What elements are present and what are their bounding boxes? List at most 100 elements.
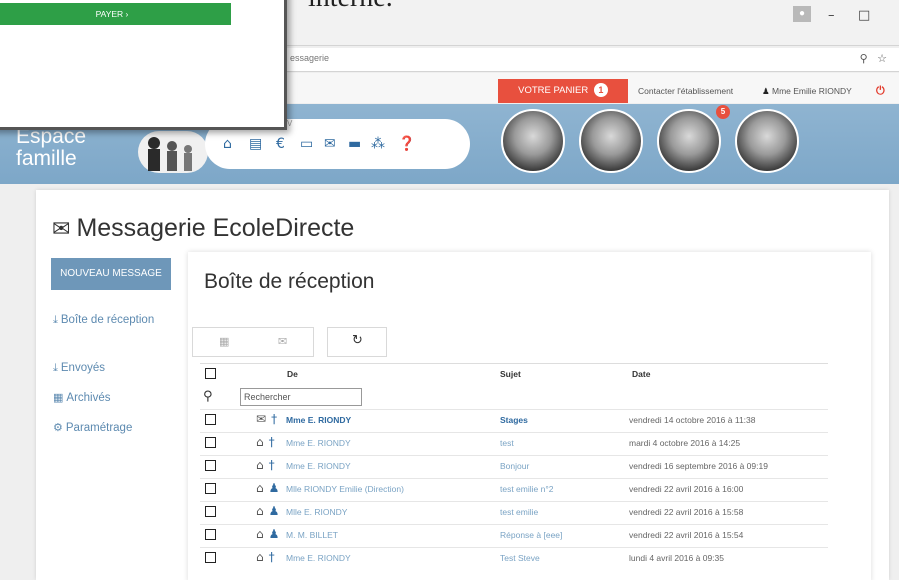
sidebar-item-archived[interactable]: ▦ Archivés bbox=[53, 390, 111, 406]
sidebar-item-label: Boîte de réception bbox=[60, 314, 155, 326]
envelope-icon: ✉ bbox=[52, 217, 71, 242]
address-url[interactable]: essagerie bbox=[290, 53, 329, 63]
espace-famille-title: Espace famille bbox=[16, 125, 87, 170]
select-all-checkbox[interactable] bbox=[205, 368, 216, 379]
sidebar-item-label: Archivés bbox=[66, 392, 111, 404]
toolbar-group bbox=[192, 327, 314, 357]
mail-icon[interactable]: ✉ bbox=[324, 136, 336, 152]
child-avatar-4[interactable] bbox=[735, 109, 799, 173]
column-header-date: Date bbox=[632, 369, 651, 379]
message-date: mardi 4 octobre 2016 à 14:25 bbox=[629, 438, 741, 448]
child-avatar-2[interactable] bbox=[579, 109, 643, 173]
card-icon[interactable]: ▭ bbox=[300, 136, 313, 152]
mail-action-icon[interactable]: ✉ bbox=[278, 335, 287, 348]
family-logo-icon bbox=[138, 131, 208, 173]
message-sender[interactable]: Mme E. RIONDY bbox=[286, 461, 351, 471]
message-sender[interactable]: Mme E. RIONDY bbox=[286, 438, 351, 448]
staff-icon: ♟ bbox=[268, 504, 280, 518]
message-sender[interactable]: Mlle RIONDY Emilie (Direction) bbox=[286, 484, 404, 494]
divider bbox=[200, 363, 828, 364]
row-divider bbox=[200, 455, 828, 456]
read-envelope-icon: ⌂ bbox=[256, 481, 264, 495]
row-status-icons: ⌂ † bbox=[256, 458, 275, 472]
row-status-icons: ⌂ ♟ bbox=[256, 504, 279, 518]
message-subject[interactable]: Réponse à [eee] bbox=[500, 530, 562, 540]
teacher-icon: † bbox=[268, 550, 275, 564]
column-header-from: De bbox=[287, 369, 298, 379]
read-envelope-icon: ⌂ bbox=[256, 458, 264, 472]
row-checkbox[interactable] bbox=[205, 483, 216, 494]
screen: interne. ● – □ essagerie ⚲ ☆ VOTRE PANIE… bbox=[0, 0, 899, 580]
column-header-subject: Sujet bbox=[500, 369, 521, 379]
message-subject[interactable]: Test Steve bbox=[500, 553, 540, 563]
search-input[interactable] bbox=[240, 388, 362, 406]
home-icon[interactable]: ⌂ bbox=[223, 136, 232, 152]
messaging-title: ✉ Messagerie EcoleDirecte bbox=[52, 214, 354, 243]
search-icon: ⚲ bbox=[203, 389, 213, 404]
sidebar-item-settings[interactable]: ⚙ Paramétrage bbox=[53, 420, 132, 436]
message-subject[interactable]: Bonjour bbox=[500, 461, 529, 471]
row-divider bbox=[200, 501, 828, 502]
row-divider bbox=[200, 432, 828, 433]
message-sender[interactable]: Mme E. RIONDY bbox=[286, 415, 351, 425]
message-date: vendredi 22 avril 2016 à 16:00 bbox=[629, 484, 744, 494]
teacher-icon: † bbox=[268, 458, 275, 472]
sidebar-item-label: Envoyés bbox=[60, 362, 105, 374]
user-icon[interactable]: ● bbox=[793, 6, 811, 22]
message-subject[interactable]: test emilie bbox=[500, 507, 538, 517]
message-sender[interactable]: Mme E. RIONDY bbox=[286, 553, 351, 563]
cart-button[interactable]: VOTRE PANIER 1 bbox=[498, 79, 628, 103]
network-icon[interactable]: ⁂ bbox=[371, 136, 385, 152]
row-checkbox[interactable] bbox=[205, 529, 216, 540]
id-card-icon[interactable]: ▤ bbox=[249, 136, 262, 152]
row-checkbox[interactable] bbox=[205, 414, 216, 425]
sidebar-item-sent[interactable]: ⤓ Envoyés bbox=[53, 360, 105, 376]
message-date: vendredi 22 avril 2016 à 15:58 bbox=[629, 507, 744, 517]
star-icon[interactable]: ☆ bbox=[877, 52, 887, 65]
user-name: Mme Emilie RIONDY bbox=[772, 86, 852, 96]
refresh-icon[interactable]: ↻ bbox=[352, 333, 363, 348]
message-subject[interactable]: test bbox=[500, 438, 514, 448]
row-checkbox[interactable] bbox=[205, 552, 216, 563]
sent-icon: ⤓ bbox=[53, 361, 58, 374]
minimize-button[interactable]: – bbox=[828, 8, 835, 23]
pay-button[interactable]: PAYER › bbox=[0, 3, 231, 25]
message-subject[interactable]: test emilie n°2 bbox=[500, 484, 553, 494]
row-checkbox[interactable] bbox=[205, 460, 216, 471]
archive-action-icon[interactable]: ▦ bbox=[219, 335, 229, 348]
logout-icon[interactable]: ⏻ bbox=[876, 84, 885, 98]
payment-popup: PAYER › bbox=[0, 0, 287, 130]
maximize-button[interactable]: □ bbox=[858, 8, 870, 23]
row-divider bbox=[200, 478, 828, 479]
row-checkbox[interactable] bbox=[205, 437, 216, 448]
child-avatar-3[interactable] bbox=[657, 109, 721, 173]
sidebar-item-inbox[interactable]: ⤓ Boîte de réception bbox=[53, 312, 163, 328]
nav-small-text: V bbox=[287, 119, 293, 128]
message-date: lundi 4 avril 2016 à 09:35 bbox=[629, 553, 724, 563]
child-avatar-1[interactable] bbox=[501, 109, 565, 173]
row-checkbox[interactable] bbox=[205, 506, 216, 517]
row-divider bbox=[200, 524, 828, 525]
message-subject[interactable]: Stages bbox=[500, 415, 528, 425]
sidebar-item-label: Paramétrage bbox=[65, 422, 133, 434]
read-envelope-icon: ⌂ bbox=[256, 435, 264, 449]
message-date: vendredi 14 octobre 2016 à 11:38 bbox=[629, 415, 756, 425]
contact-link[interactable]: Contacter l'établissement bbox=[638, 86, 733, 96]
row-divider bbox=[200, 547, 828, 548]
new-message-button[interactable]: NOUVEAU MESSAGE bbox=[51, 258, 171, 290]
euro-icon[interactable]: € bbox=[276, 136, 285, 152]
staff-icon: ♟ bbox=[268, 527, 280, 541]
unread-envelope-icon: ✉ bbox=[256, 412, 267, 426]
row-divider bbox=[200, 409, 828, 410]
message-sender[interactable]: Mlle E. RIONDY bbox=[286, 507, 347, 517]
row-status-icons: ⌂ ♟ bbox=[256, 481, 279, 495]
folder-icon[interactable]: ▬ bbox=[348, 136, 361, 152]
help-icon[interactable]: ❓ bbox=[398, 136, 415, 152]
message-sender[interactable]: M. M. BILLET bbox=[286, 530, 338, 540]
user-account-link[interactable]: ♟ Mme Emilie RIONDY bbox=[762, 86, 852, 97]
messaging-title-text: Messagerie EcoleDirecte bbox=[76, 214, 355, 242]
inbox-icon: ⤓ bbox=[53, 313, 58, 326]
pin-icon[interactable]: ⚲ bbox=[860, 52, 868, 65]
heading-fragment: interne. bbox=[308, 0, 393, 14]
read-envelope-icon: ⌂ bbox=[256, 527, 264, 541]
